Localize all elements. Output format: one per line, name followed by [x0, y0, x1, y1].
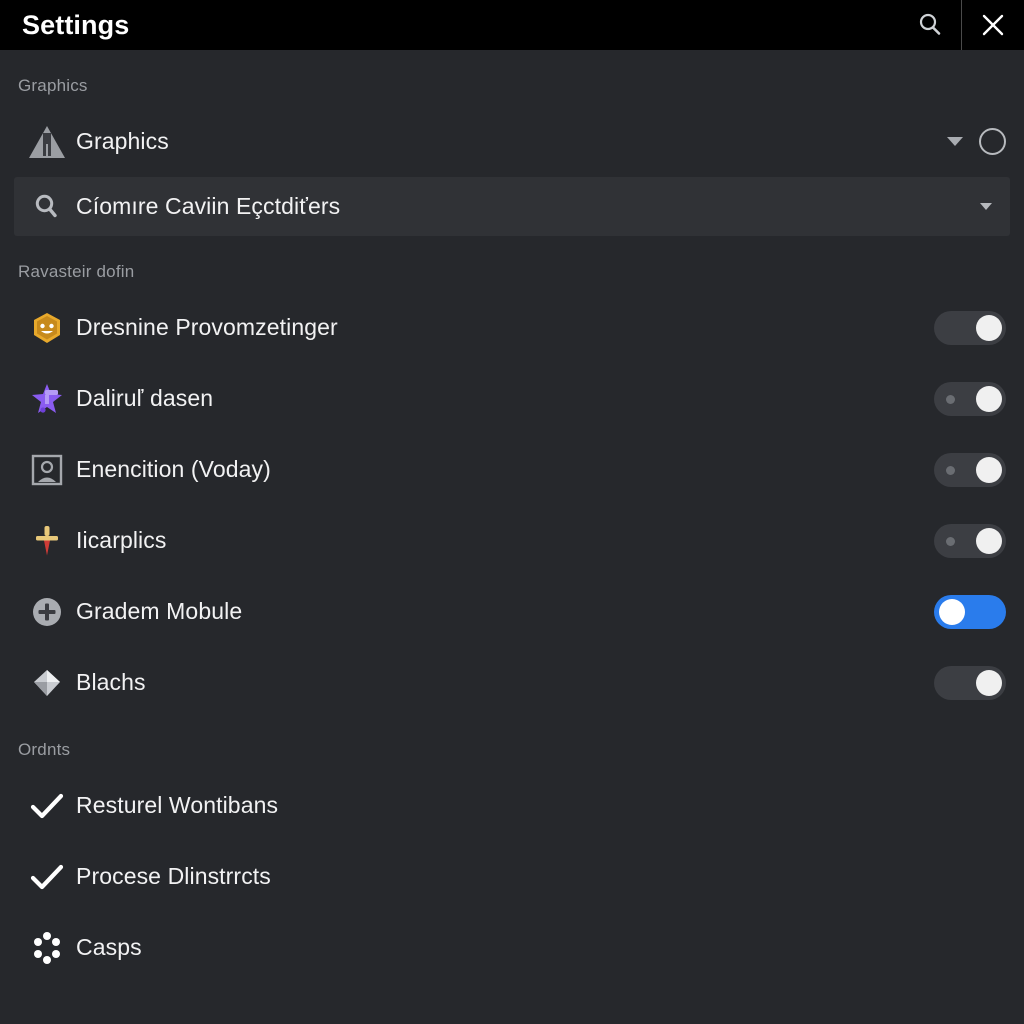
setting-row-enencition[interactable]: Enencition (Voday) — [0, 434, 1024, 505]
setting-label: Casps — [76, 934, 142, 960]
row-icon-slot — [18, 382, 76, 416]
setting-control — [934, 594, 1006, 629]
search-button[interactable] — [899, 0, 961, 50]
setting-label: Procese Dlinstrrcts — [76, 863, 271, 889]
section-header-graphics: Graphics — [18, 76, 88, 95]
setting-label: Iicarplics — [76, 527, 167, 553]
toggle-dresnine[interactable] — [934, 310, 1006, 345]
title-bar: Settings — [0, 0, 1024, 50]
setting-control — [980, 203, 992, 210]
setting-row-gradem[interactable]: Gradem Mobule — [0, 576, 1024, 647]
section-header-ravasteir: Ravasteir dofin — [18, 262, 135, 281]
setting-label: Dresnine Provomzetinger — [76, 314, 338, 340]
setting-control — [934, 523, 1006, 558]
search-icon — [919, 13, 941, 35]
section-header-ordnts: Ordnts — [18, 740, 71, 759]
dagger-icon — [36, 525, 58, 555]
plus-circle-icon — [33, 597, 61, 626]
setting-row-resturel[interactable]: Resturel Wontibans — [0, 770, 1024, 841]
toggle-iicarplics[interactable] — [934, 523, 1006, 558]
row-icon-slot — [18, 863, 76, 891]
spinner-dots-icon — [34, 931, 60, 964]
setting-control — [934, 381, 1006, 416]
chevron-down-icon[interactable] — [980, 203, 992, 210]
row-icon-slot — [18, 666, 76, 700]
radio-unselected-icon[interactable] — [979, 128, 1006, 155]
setting-label: Daliruľ dasen — [76, 385, 214, 411]
row-icon-slot — [18, 311, 76, 345]
close-icon — [982, 14, 1004, 36]
setting-label: Gradem Mobule — [76, 598, 243, 624]
settings-scroll-area[interactable]: Graphics Graphics Cíomıre Caviin Eçctdiť… — [0, 50, 1024, 1024]
row-icon-slot — [18, 524, 76, 558]
setting-label: Blachs — [76, 669, 146, 695]
chevron-down-icon[interactable] — [947, 137, 963, 146]
setting-row-blachs[interactable]: Blachs — [0, 647, 1024, 718]
close-button[interactable] — [962, 0, 1024, 50]
gold-hex-badge-icon — [34, 312, 60, 343]
setting-control — [934, 452, 1006, 487]
setting-label: Resturel Wontibans — [76, 792, 279, 818]
setting-control — [934, 310, 1006, 345]
setting-label: Graphics — [76, 128, 169, 154]
page-title: Settings — [22, 9, 130, 40]
setting-row-daliru[interactable]: Daliruľ dasen — [0, 363, 1024, 434]
purple-star-icon — [32, 383, 62, 413]
search-dropdown-value: Cíomıre Caviin Eçctdiťers — [76, 193, 341, 219]
setting-label: Enencition (Voday) — [76, 456, 271, 482]
silver-gem-icon — [34, 669, 60, 696]
toggle-gradem[interactable] — [934, 594, 1006, 629]
setting-row-procese[interactable]: Procese Dlinstrrcts — [0, 841, 1024, 912]
row-icon-slot — [18, 192, 76, 222]
setting-row-search-dropdown[interactable]: Cíomıre Caviin Eçctdiťers — [14, 177, 1010, 236]
search-icon — [35, 194, 57, 217]
toggle-daliru[interactable] — [934, 381, 1006, 416]
row-icon-slot — [18, 453, 76, 487]
setting-row-graphics[interactable]: Graphics — [0, 106, 1024, 177]
row-icon-slot — [18, 595, 76, 629]
triangle-a-icon — [29, 125, 65, 158]
check-icon — [30, 864, 64, 889]
toggle-enencition[interactable] — [934, 452, 1006, 487]
titlebar-actions — [899, 0, 1024, 50]
setting-control — [934, 665, 1006, 700]
setting-control — [947, 128, 1006, 155]
toggle-blachs[interactable] — [934, 665, 1006, 700]
check-icon — [30, 793, 64, 818]
portrait-frame-icon — [31, 454, 63, 485]
row-icon-slot — [18, 931, 76, 965]
setting-row-casps[interactable]: Casps — [0, 912, 1024, 983]
row-icon-slot — [18, 125, 76, 159]
row-icon-slot — [18, 792, 76, 820]
setting-row-iicarplics[interactable]: Iicarplics — [0, 505, 1024, 576]
setting-row-dresnine[interactable]: Dresnine Provomzetinger — [0, 292, 1024, 363]
